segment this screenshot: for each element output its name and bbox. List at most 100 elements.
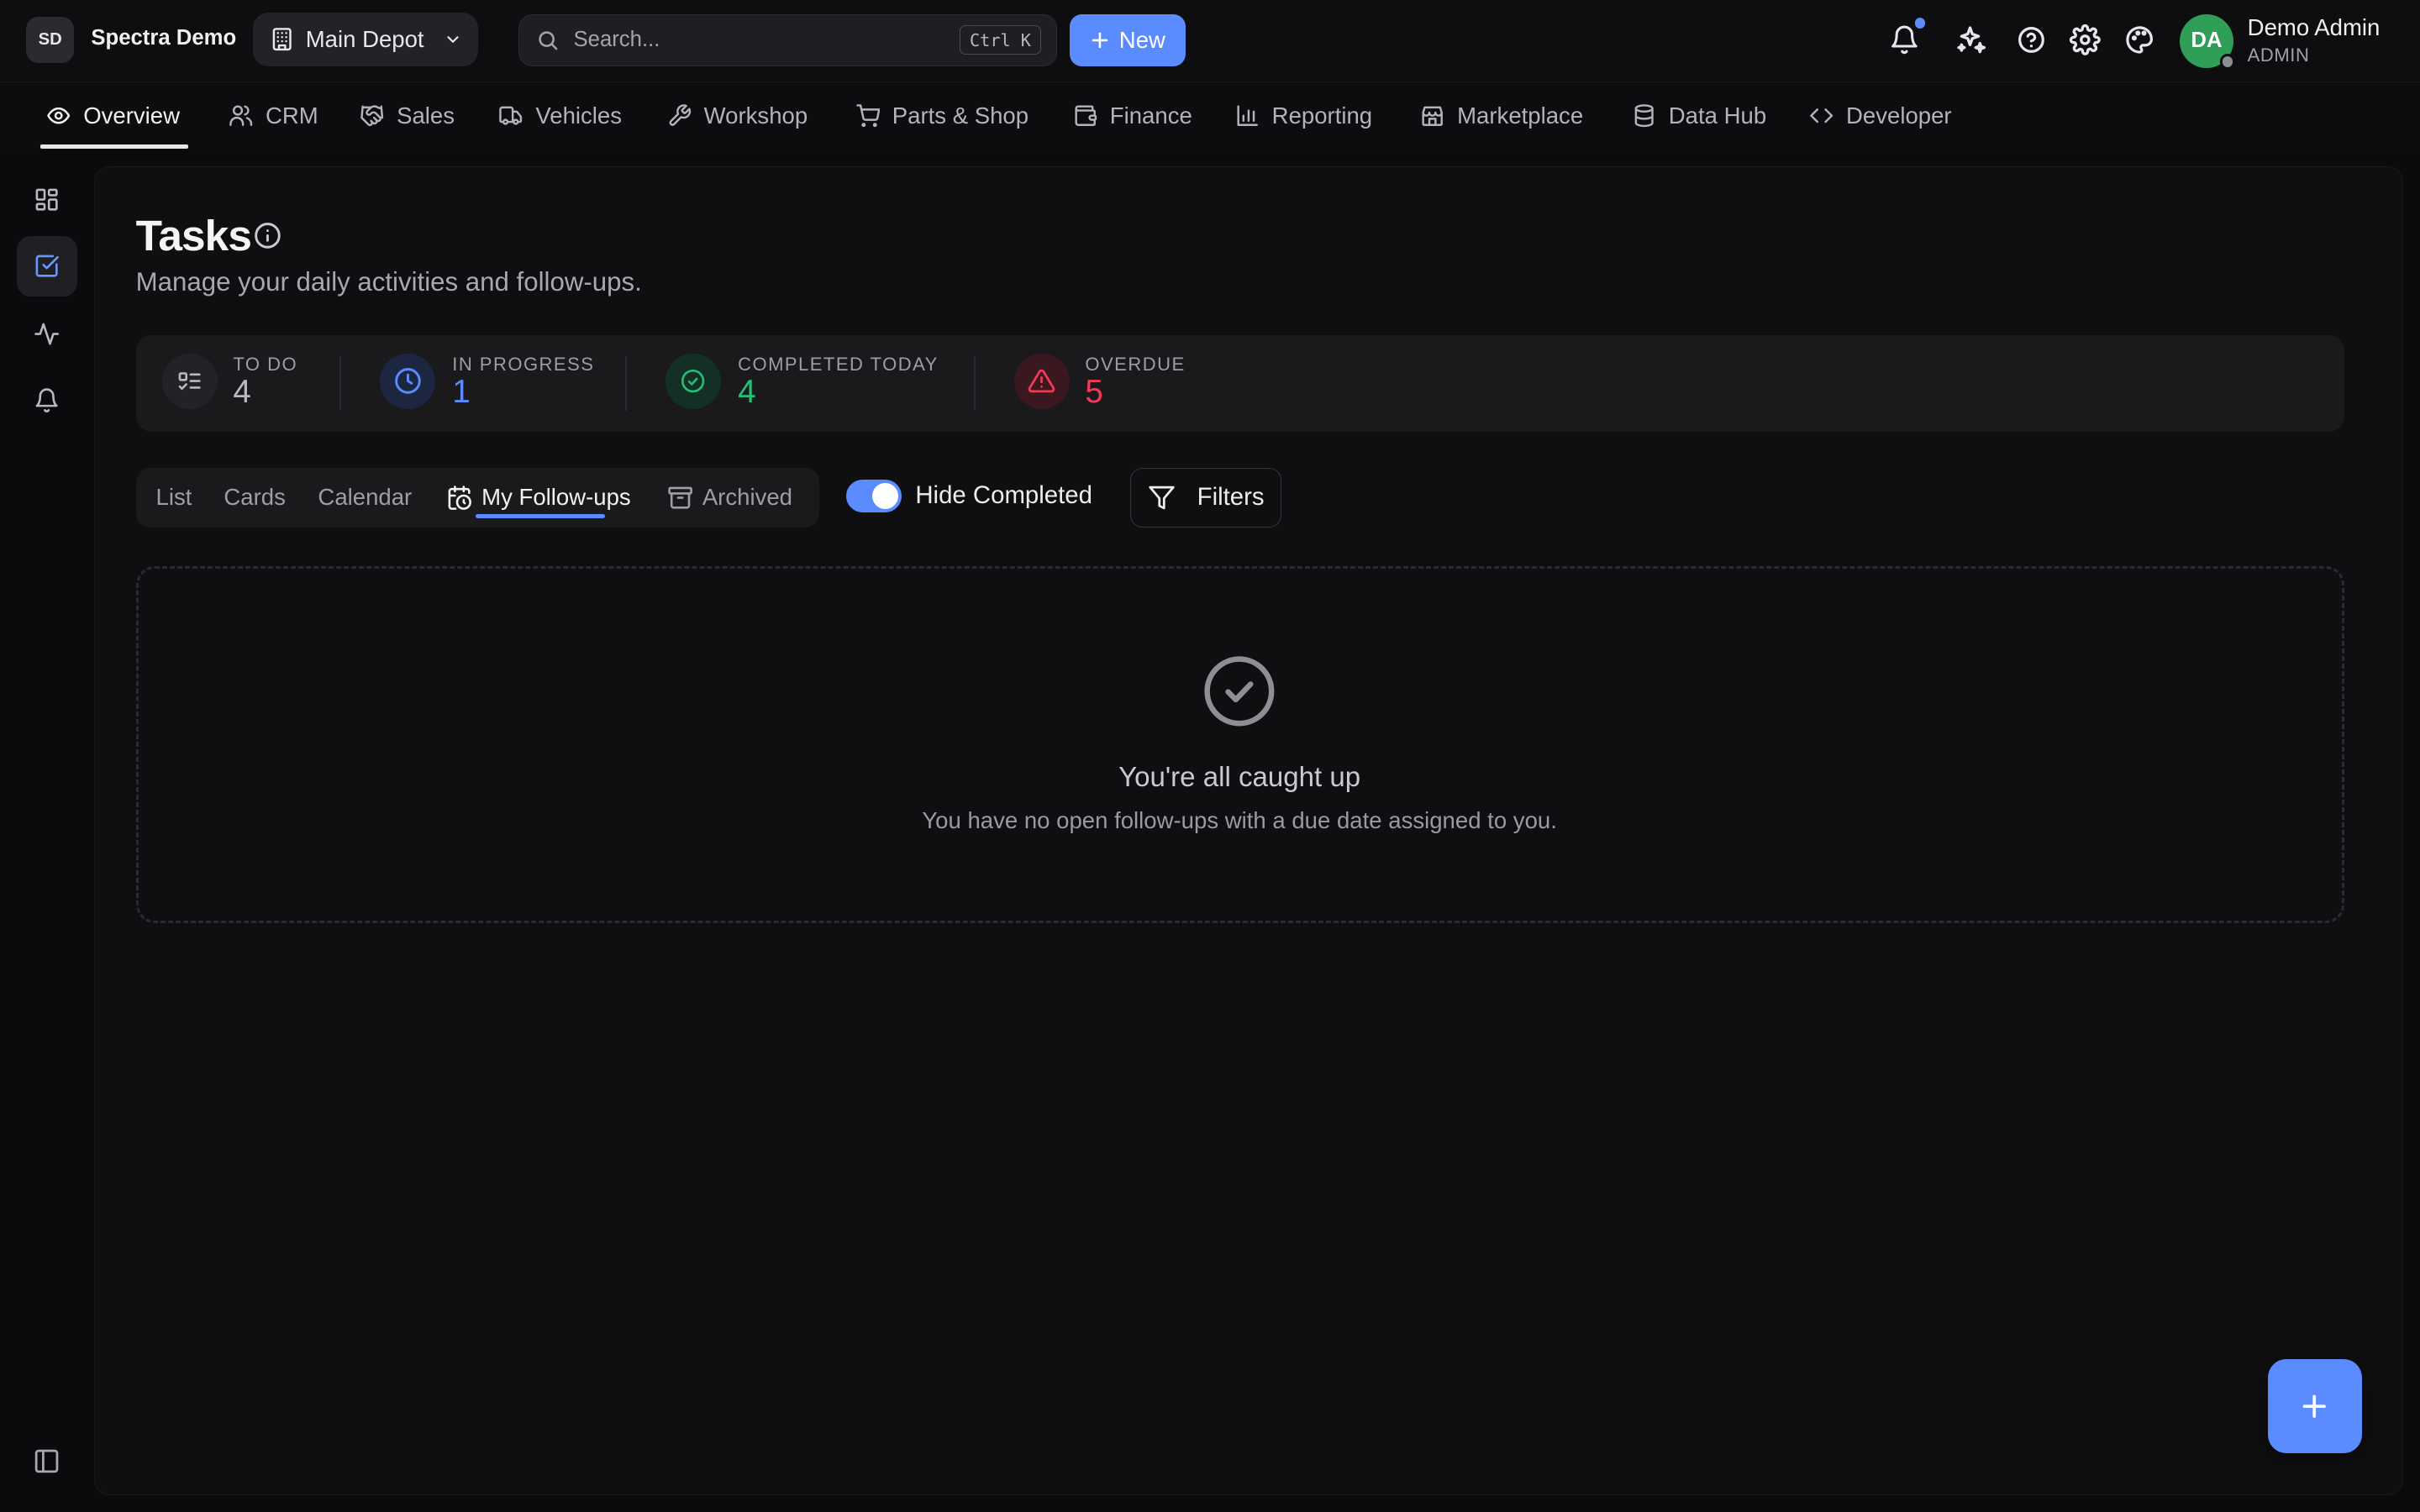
cart-icon <box>855 103 881 128</box>
active-tab-indicator <box>475 513 606 519</box>
search-icon <box>536 29 560 52</box>
clock-icon <box>379 353 436 409</box>
tab-calendar[interactable]: Calendar <box>318 468 412 528</box>
gear-icon[interactable] <box>2067 22 2104 59</box>
archive-icon <box>667 485 693 511</box>
nav-item-reporting[interactable]: Reporting <box>1235 82 1373 149</box>
stat-value-overdue: 5 <box>1085 373 1103 410</box>
nav-label: Sales <box>397 102 455 129</box>
app-root: SD Spectra Demo Main Depot Search... Ctr… <box>0 0 2420 1512</box>
sidebar-toggle-icon[interactable] <box>33 1447 60 1475</box>
activity-icon <box>34 321 60 347</box>
active-nav-indicator <box>39 144 189 150</box>
search-shortcut: Ctrl K <box>960 25 1041 55</box>
handshake-icon <box>360 103 384 128</box>
palette-icon[interactable] <box>2121 22 2158 59</box>
nav-item-developer[interactable]: Developer <box>1809 82 1952 149</box>
stat-value-in-progress: 1 <box>452 373 471 410</box>
nav-label: Vehicles <box>535 102 623 129</box>
calendar-clock-icon <box>446 485 472 511</box>
page-subtitle: Manage your daily activities and follow-… <box>135 266 642 297</box>
stat-value-todo: 4 <box>233 373 251 410</box>
nav-item-parts-shop[interactable]: Parts & Shop <box>855 82 1028 149</box>
page-title: Tasks <box>135 210 252 260</box>
info-icon[interactable] <box>253 221 282 250</box>
divider <box>339 356 341 411</box>
main-nav: Overview CRM Sales Vehicles Workshop Par… <box>0 81 2420 150</box>
filter-icon <box>1148 484 1176 512</box>
nav-item-data-hub[interactable]: Data Hub <box>1632 82 1766 149</box>
plus-icon <box>1090 30 1110 50</box>
check-circle-icon <box>665 353 721 409</box>
depot-selector[interactable]: Main Depot <box>253 12 479 66</box>
nav-label: Marketplace <box>1457 102 1584 129</box>
help-icon[interactable] <box>2012 22 2049 59</box>
list-todo-icon <box>161 353 218 409</box>
nav-label: Reporting <box>1271 102 1373 129</box>
nav-label: Parts & Shop <box>892 102 1029 129</box>
nav-item-sales[interactable]: Sales <box>360 82 455 149</box>
nav-item-workshop[interactable]: Workshop <box>667 82 808 149</box>
hide-completed-label[interactable]: Hide Completed <box>915 481 1092 510</box>
nav-label: CRM <box>265 102 318 129</box>
search-placeholder: Search... <box>573 28 660 52</box>
grid-icon <box>34 186 60 213</box>
depot-label: Main Depot <box>305 25 424 52</box>
filters-button[interactable]: Filters <box>1129 467 1281 528</box>
nav-label: Workshop <box>703 102 808 129</box>
wrench-icon <box>667 103 692 128</box>
store-icon <box>1420 103 1444 128</box>
check-square-icon <box>34 253 60 279</box>
user-name[interactable]: Demo Admin <box>2248 14 2381 41</box>
tab-list[interactable]: List <box>156 468 192 528</box>
nav-item-finance[interactable]: Finance <box>1073 82 1192 149</box>
stat-label-overdue: Overdue <box>1085 353 1186 375</box>
add-task-fab[interactable] <box>2267 1359 2362 1454</box>
nav-label: Developer <box>1846 102 1952 129</box>
empty-state-title: You're all caught up <box>1118 762 1361 794</box>
building-icon <box>270 27 294 51</box>
tab-cards[interactable]: Cards <box>224 468 285 528</box>
rail-tasks-button[interactable] <box>17 236 77 297</box>
nav-label: Overview <box>83 102 180 129</box>
new-button-label: New <box>1118 26 1165 53</box>
search-input[interactable]: Search... Ctrl K <box>518 13 1058 66</box>
empty-state <box>135 566 2345 923</box>
nav-item-marketplace[interactable]: Marketplace <box>1420 82 1583 149</box>
bar-chart-icon <box>1235 103 1260 128</box>
nav-item-overview[interactable]: Overview <box>46 82 180 149</box>
chevron-down-icon <box>444 30 462 49</box>
sparkles-icon[interactable] <box>1953 22 1990 59</box>
rail-activity-button[interactable] <box>17 304 77 365</box>
truck-icon <box>498 103 523 128</box>
nav-item-vehicles[interactable]: Vehicles <box>498 82 622 149</box>
database-icon <box>1632 103 1656 128</box>
rail-notifications-button[interactable] <box>17 370 77 431</box>
stat-value-completed-today: 4 <box>738 373 756 410</box>
check-circle-icon <box>1201 653 1278 730</box>
empty-state-subtitle: You have no open follow-ups with a due d… <box>922 806 1557 833</box>
tab-label: My Follow-ups <box>481 484 631 511</box>
brand-logo[interactable]: SD <box>26 17 75 64</box>
bell-icon <box>34 387 60 413</box>
new-button[interactable]: New <box>1070 13 1186 66</box>
brand-name[interactable]: Spectra Demo <box>91 26 236 50</box>
users-icon <box>229 103 253 128</box>
stat-label-completed-today: Completed Today <box>738 353 939 375</box>
nav-label: Data Hub <box>1668 102 1767 129</box>
plus-icon <box>2297 1389 2331 1423</box>
stat-label-in-progress: In Progress <box>452 353 595 375</box>
user-role: ADMIN <box>2247 45 2310 66</box>
rail-dashboard-button[interactable] <box>17 170 77 230</box>
nav-item-crm[interactable]: CRM <box>229 82 318 149</box>
tab-my-follow-ups[interactable]: My Follow-ups <box>446 468 631 528</box>
eye-icon <box>46 103 71 128</box>
tab-label: Archived <box>702 484 792 511</box>
stat-label-todo: To Do <box>233 353 298 375</box>
tab-archived[interactable]: Archived <box>667 468 792 528</box>
code-icon <box>1809 103 1833 128</box>
alert-triangle-icon <box>1013 353 1071 409</box>
divider <box>974 356 976 411</box>
nav-label: Finance <box>1109 102 1192 129</box>
wallet-icon <box>1073 103 1097 128</box>
